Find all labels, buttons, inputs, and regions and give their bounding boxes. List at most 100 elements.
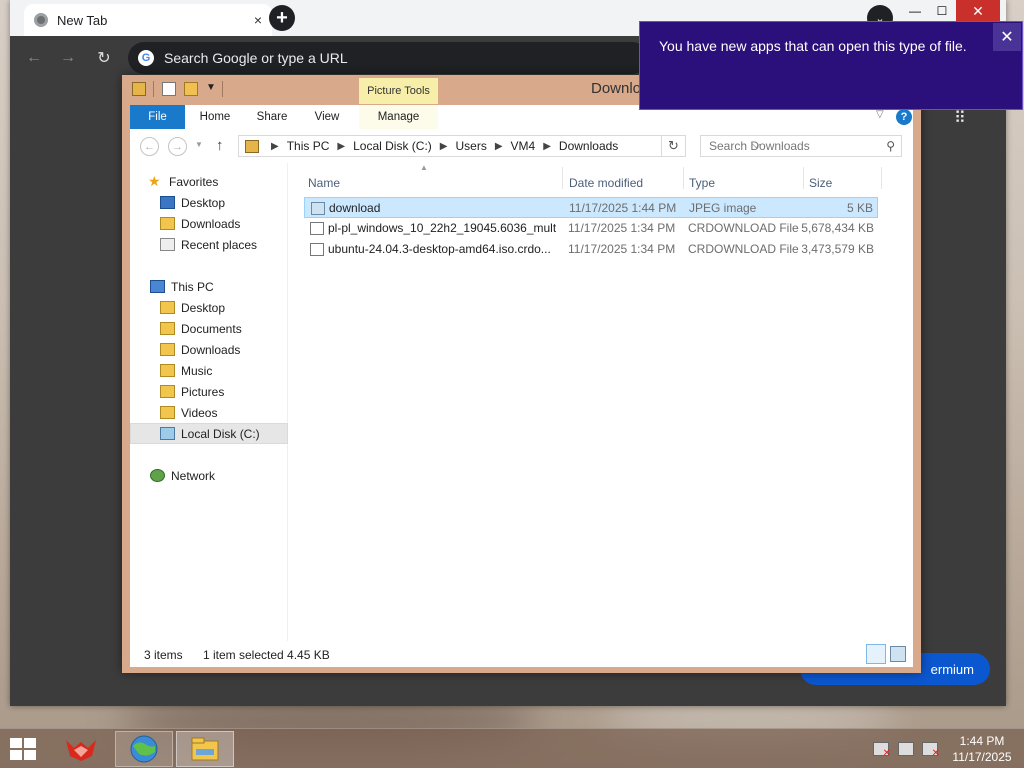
taskbar: ✕ ✕ 1:44 PM 11/17/2025	[0, 728, 1024, 768]
drive-icon	[160, 427, 175, 440]
nav-label: Local Disk (C:)	[181, 426, 260, 441]
videos-folder-icon	[160, 406, 175, 419]
expand-ribbon-icon[interactable]: ▽	[876, 109, 884, 120]
tab-close-icon[interactable]: ×	[254, 12, 262, 28]
music-folder-icon	[160, 364, 175, 377]
tab-manage[interactable]: Manage	[359, 105, 438, 129]
nav-label: Downloads	[181, 342, 241, 357]
taskbar-app-red[interactable]	[52, 731, 110, 767]
nav-pc-videos[interactable]: Videos	[130, 402, 288, 423]
column-type[interactable]: Type	[689, 173, 715, 193]
nav-network[interactable]: Network	[130, 465, 288, 486]
file-type: JPEG image	[689, 201, 757, 215]
recent-locations-icon[interactable]: ▼	[195, 140, 203, 149]
tab-file[interactable]: File	[130, 105, 185, 129]
nav-pc-desktop[interactable]: Desktop	[130, 297, 288, 318]
forward-arrow-icon[interactable]: →	[56, 46, 80, 70]
chevron-right-icon[interactable]: ▶	[543, 141, 551, 152]
breadcrumb-users[interactable]: Users	[455, 139, 486, 153]
network-icon	[150, 469, 165, 482]
chevron-right-icon[interactable]: ▶	[495, 141, 503, 152]
details-view-icon[interactable]	[866, 644, 886, 664]
nav-this-pc[interactable]: This PC	[130, 276, 288, 297]
taskbar-app-browser[interactable]	[115, 731, 173, 767]
nav-local-disk[interactable]: Local Disk (C:)	[130, 423, 288, 444]
file-type: CRDOWNLOAD File	[688, 221, 799, 235]
file-explorer-window: ▼ Picture Tools Downlo File Home Share V…	[122, 75, 921, 673]
tab-new-tab[interactable]: New Tab ×	[24, 4, 272, 36]
properties-icon[interactable]	[132, 82, 146, 96]
maximize-button[interactable]: ☐	[928, 0, 956, 22]
chevron-right-icon[interactable]: ▶	[337, 141, 345, 152]
tab-view[interactable]: View	[304, 105, 350, 129]
nav-label: Recent places	[181, 237, 258, 252]
refresh-icon[interactable]: ↻	[662, 135, 686, 157]
search-input[interactable]: Search Downloads ⚲	[700, 135, 902, 157]
help-icon[interactable]: ?	[896, 109, 912, 125]
new-tab-button[interactable]: +	[269, 5, 295, 31]
breadcrumb-this-pc[interactable]: This PC	[287, 139, 330, 153]
tab-share[interactable]: Share	[246, 105, 298, 129]
nav-pc-music[interactable]: Music	[130, 360, 288, 381]
apps-grid-icon[interactable]: ⠿	[954, 108, 966, 128]
file-row[interactable]: pl-pl_windows_10_22h2_19045.6036_mult...…	[304, 218, 878, 239]
nav-pc-downloads[interactable]: Downloads	[130, 339, 288, 360]
reload-icon[interactable]: ↻	[92, 46, 116, 70]
close-button[interactable]: ✕	[956, 0, 1000, 22]
breadcrumb-downloads[interactable]: Downloads	[559, 139, 618, 153]
file-explorer-icon	[191, 737, 219, 761]
back-arrow-icon[interactable]: ←	[140, 137, 159, 156]
omnibox[interactable]: G Search Google or type a URL	[128, 42, 648, 74]
downloads-folder-icon	[160, 343, 175, 356]
forward-arrow-icon[interactable]: →	[168, 137, 187, 156]
nav-recent-places[interactable]: Recent places	[130, 234, 288, 255]
qat-dropdown-icon[interactable]: ▼	[206, 82, 216, 93]
new-folder-icon[interactable]	[184, 82, 198, 96]
minimize-button[interactable]: —	[901, 0, 929, 22]
large-icons-view-icon[interactable]	[890, 646, 906, 662]
chevron-right-icon[interactable]: ▶	[271, 141, 279, 152]
column-size[interactable]: Size	[809, 173, 832, 193]
nav-pc-pictures[interactable]: Pictures	[130, 381, 288, 402]
address-bar[interactable]: ▶ This PC ▶ Local Disk (C:) ▶ Users ▶ VM…	[238, 135, 760, 157]
file-row[interactable]: download 11/17/2025 1:44 PM JPEG image 5…	[304, 197, 878, 218]
downloads-folder-icon	[160, 217, 175, 230]
close-icon[interactable]: ✕	[993, 23, 1021, 51]
volume-muted-icon[interactable]: ✕	[922, 742, 940, 759]
documents-folder-icon	[160, 322, 175, 335]
chrome-icon	[34, 13, 48, 27]
nav-pc-documents[interactable]: Documents	[130, 318, 288, 339]
file-name: download	[329, 201, 381, 215]
navigation-pane: ★ Favorites Desktop Downloads Recent pla…	[130, 163, 288, 641]
breadcrumb-local-disk[interactable]: Local Disk (C:)	[353, 139, 432, 153]
network-status-icon[interactable]	[898, 742, 914, 756]
tab-home[interactable]: Home	[190, 105, 240, 129]
clock-time: 1:44 PM	[959, 734, 1005, 748]
back-arrow-icon[interactable]: ←	[22, 46, 46, 70]
notification-toast[interactable]: You have new apps that can open this typ…	[639, 21, 1023, 110]
breadcrumb-vm4[interactable]: VM4	[511, 139, 536, 153]
nav-favorites[interactable]: ★ Favorites	[130, 171, 288, 192]
new-document-icon[interactable]	[162, 82, 176, 96]
column-date-modified[interactable]: Date modified	[569, 173, 643, 193]
clock[interactable]: 1:44 PM 11/17/2025	[950, 733, 1014, 765]
file-row[interactable]: ubuntu-24.04.3-desktop-amd64.iso.crdo...…	[304, 239, 878, 260]
column-divider[interactable]	[803, 167, 804, 189]
sort-ascending-icon: ▲	[420, 163, 428, 172]
windows-start-icon[interactable]	[10, 738, 38, 762]
address-row: ← → ▼ ↑ ▶ This PC ▶ Local Disk (C:) ▶ Us…	[130, 129, 913, 163]
search-icon: ⚲	[886, 139, 895, 153]
nav-fav-downloads[interactable]: Downloads	[130, 213, 288, 234]
column-divider[interactable]	[562, 167, 563, 189]
image-file-icon	[311, 202, 325, 215]
action-center-icon[interactable]: ✕	[873, 742, 891, 759]
chevron-right-icon[interactable]: ▶	[440, 141, 448, 152]
column-name[interactable]: Name	[308, 173, 340, 193]
nav-label: This PC	[171, 279, 214, 294]
nav-fav-desktop[interactable]: Desktop	[130, 192, 288, 213]
nav-label: Music	[181, 363, 213, 378]
taskbar-app-file-explorer[interactable]	[176, 731, 234, 767]
column-divider[interactable]	[683, 167, 684, 189]
column-divider[interactable]	[881, 167, 882, 189]
up-arrow-icon[interactable]: ↑	[216, 137, 224, 154]
